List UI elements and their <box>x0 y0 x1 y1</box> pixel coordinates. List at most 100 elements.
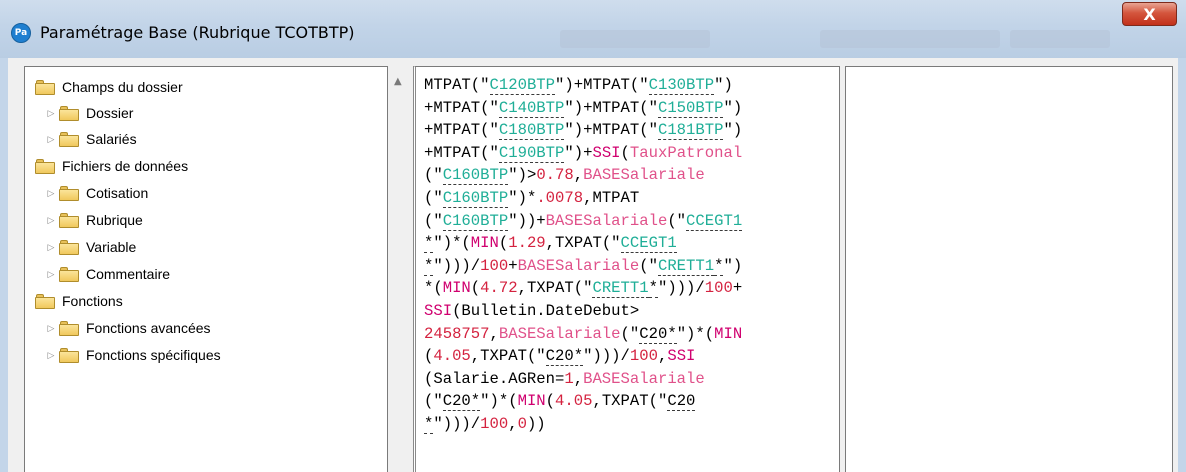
formula-line: ("C20*")*(MIN(4.05,TXPAT("C20 <box>424 390 838 413</box>
formula-token: "))+ <box>508 211 546 230</box>
formula-token: ( <box>545 392 556 411</box>
formula-line: +MTPAT("C140BTP")+MTPAT("C150BTP") <box>424 97 838 120</box>
formula-text[interactable]: MTPAT("C120BTP ") +MTPAT(" C130BTP ") +MTPAT(… <box>424 74 838 436</box>
formula-token: C140BTP <box>498 98 565 118</box>
tree-item-label: Fichiers de données <box>62 158 189 174</box>
tree-item-fonctions[interactable]: Fonctions <box>35 290 123 312</box>
formula-token: (" <box>667 211 687 230</box>
formula-token: 100 <box>629 347 658 366</box>
tree-item-champs-du-dossier[interactable]: Champs du dossier <box>35 76 183 98</box>
formula-token: ") <box>723 121 743 140</box>
window-frame-left <box>0 58 8 472</box>
formula-line: ("C160BTP"))+BASESalariale("CCEGT1 <box>424 210 838 233</box>
formula-line: (4.05,TXPAT("C20*")))/100,SSI <box>424 345 838 368</box>
formula-token: CCEGT1 <box>620 234 677 254</box>
tree-item-variable[interactable]: ▷ Variable <box>45 236 137 258</box>
folder-icon <box>59 266 79 282</box>
formula-token: C20* <box>442 392 481 412</box>
tree-item-label: Dossier <box>86 105 134 121</box>
formula-token: C160BTP <box>442 188 509 208</box>
formula-token: C190BTP <box>498 143 565 163</box>
expand-arrow-icon[interactable]: ▷ <box>45 241 57 253</box>
expand-arrow-icon[interactable]: ▷ <box>45 214 57 226</box>
formula-token: BASESalariale <box>583 369 705 388</box>
formula-token: ")))/ <box>433 414 481 433</box>
scroll-up-arrow-icon[interactable]: ▲ <box>394 76 402 87</box>
formula-token: C20 <box>667 392 696 412</box>
expand-arrow-icon[interactable]: ▷ <box>45 107 57 119</box>
tree-item-commentaire[interactable]: ▷ Commentaire <box>45 263 171 285</box>
tree-item-salari-s[interactable]: ▷ Salariés <box>45 128 137 150</box>
close-button[interactable]: X <box>1122 2 1177 26</box>
folder-icon <box>59 347 79 363</box>
formula-editor[interactable]: MTPAT("C120BTP ") +MTPAT(" C130BTP ") +MTPAT(… <box>413 66 840 472</box>
formula-line: +MTPAT("C180BTP")+MTPAT("C181BTP") <box>424 119 838 142</box>
folder-icon <box>59 320 79 336</box>
formula-token: 4.05 <box>555 392 593 411</box>
formula-token: , <box>573 166 584 185</box>
formula-token: (" <box>424 392 443 411</box>
formula-token: C20* <box>545 347 584 367</box>
formula-token: (" <box>424 211 443 230</box>
formula-token: + <box>508 256 518 275</box>
formula-token: * <box>424 414 434 434</box>
tree-item-fichiers-de-donn-es[interactable]: Fichiers de données <box>35 155 188 177</box>
tree-item-cotisation[interactable]: ▷ Cotisation <box>45 182 149 204</box>
formula-line: +MTPAT("C190BTP")+SSI(TauxPatronal <box>424 142 838 165</box>
formula-token: 0.78 <box>536 166 574 185</box>
formula-token: 1.29 <box>508 234 546 253</box>
tree-item-label: Salariés <box>86 131 137 147</box>
formula-token: ")))/ <box>657 279 705 298</box>
formula-token: ")))/ <box>583 347 630 366</box>
formula-token: +MTPAT(" <box>424 143 499 162</box>
formula-token: ,TXPAT(" <box>517 279 593 298</box>
folder-icon <box>59 105 79 121</box>
formula-token: TauxPatronal <box>629 143 743 162</box>
formula-token: ,TXPAT(" <box>470 347 546 366</box>
formula-token: ")*( <box>433 234 471 253</box>
title-bar: Pa Paramétrage Base (Rubrique TCOTBTP) X <box>0 0 1186 58</box>
expand-arrow-icon[interactable]: ▷ <box>45 133 57 145</box>
formula-token: +MTPAT(" <box>424 98 499 117</box>
formula-token: ")> <box>508 166 537 185</box>
formula-token: SSI <box>424 301 453 320</box>
tree-item-label: Cotisation <box>86 185 149 201</box>
formula-token: BASESalariale <box>517 256 640 275</box>
tree-item-fonctions-avanc-es[interactable]: ▷ Fonctions avancées <box>45 317 211 339</box>
formula-token: MIN <box>442 279 471 298</box>
expand-arrow-icon[interactable]: ▷ <box>45 322 57 334</box>
formula-token: C160BTP <box>442 166 509 186</box>
formula-token: C120BTP <box>489 76 556 95</box>
folder-icon <box>35 293 55 309</box>
formula-token: MTPAT(" <box>424 76 490 94</box>
folder-icon <box>59 131 79 147</box>
expand-arrow-icon[interactable]: ▷ <box>45 268 57 280</box>
formula-token: ,MTPAT <box>583 188 640 207</box>
formula-token: (Salarie.AGRen= <box>424 369 565 388</box>
formula-token: ") <box>723 256 743 275</box>
formula-token: 2458757 <box>424 324 490 343</box>
formula-token: .0078 <box>536 188 584 207</box>
formula-token: C130BTP <box>648 76 715 95</box>
tree-item-dossier[interactable]: ▷ Dossier <box>45 102 134 124</box>
tree-item-fonctions-sp-cifiques[interactable]: ▷ Fonctions spécifiques <box>45 344 221 366</box>
formula-token: (" <box>424 166 443 185</box>
formula-token: ( <box>498 234 509 253</box>
formula-line: *")))/100,0)) <box>424 413 838 436</box>
formula-token: +MTPAT(" <box>424 121 499 140</box>
tree-item-label: Champs du dossier <box>62 79 183 95</box>
formula-line: *")*(MIN(1.29,TXPAT("CCEGT1 <box>424 232 838 255</box>
expand-arrow-icon[interactable]: ▷ <box>45 349 57 361</box>
formula-token: *( <box>424 279 443 298</box>
tree-item-rubrique[interactable]: ▷ Rubrique <box>45 209 143 231</box>
expand-arrow-icon[interactable]: ▷ <box>45 187 57 199</box>
formula-token: C150BTP <box>657 98 724 118</box>
folder-icon <box>59 239 79 255</box>
formula-token: ( <box>424 347 434 366</box>
formula-line: SSI(Bulletin.DateDebut> <box>424 300 838 323</box>
formula-token: (" <box>424 188 443 207</box>
formula-token: CCEGT1 <box>686 211 743 231</box>
formula-line: 2458757,BASESalariale("C20*")*(MIN <box>424 323 838 346</box>
scroll-strip: ▲ <box>388 66 412 472</box>
tree-item-label: Variable <box>86 239 137 255</box>
